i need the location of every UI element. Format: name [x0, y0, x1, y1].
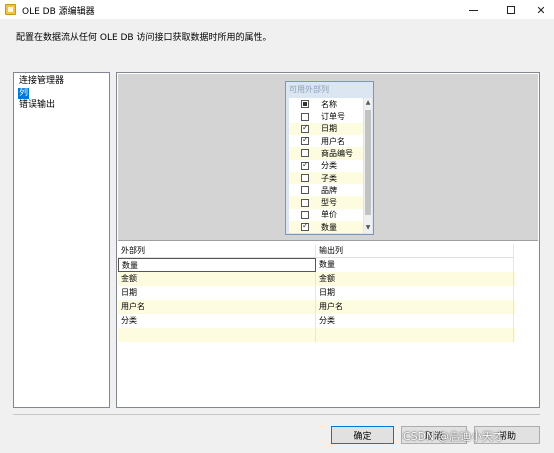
- close-button[interactable]: ✕: [526, 0, 554, 20]
- column-label: 子类: [321, 173, 337, 183]
- column-label: 商品编号: [321, 148, 353, 158]
- scroll-up-icon[interactable]: ▲: [364, 98, 372, 108]
- column-mapping-grid: 外部列 输出列 数量 数量 金额 金额 日期 日期 用户名 用户名 分类 分类: [118, 244, 515, 342]
- column-checkbox[interactable]: [301, 186, 309, 195]
- column-checkbox[interactable]: [301, 160, 309, 170]
- column-diagram-area: 可用外部列 名称订单号日期用户名商品编号分类子类品牌型号单价数量 ▲ ▼: [118, 74, 538, 241]
- column-list-item[interactable]: 子类: [289, 171, 363, 185]
- table-row: 数量 数量: [118, 258, 515, 272]
- output-column-cell[interactable]: [316, 328, 514, 342]
- column-list-item[interactable]: 型号: [289, 196, 363, 209]
- nav-item-connection-manager[interactable]: 连接管理器: [18, 76, 65, 87]
- grid-header-row: 外部列 输出列: [118, 244, 515, 258]
- nav-panel: 连接管理器 列 错误输出: [13, 72, 110, 408]
- output-column-header: 输出列: [316, 244, 514, 258]
- watermark: CSDN @启迪小天才: [403, 430, 504, 443]
- column-checkbox[interactable]: [301, 100, 309, 109]
- maximize-icon: [507, 6, 515, 14]
- column-label: 名称: [321, 99, 337, 109]
- output-column-cell[interactable]: 金额: [316, 272, 514, 286]
- external-column-cell[interactable]: 日期: [118, 286, 316, 300]
- table-row: 用户名 用户名: [118, 300, 515, 314]
- column-label: 订单号: [321, 112, 345, 122]
- column-list-item[interactable]: 品牌: [289, 184, 363, 197]
- column-list-item[interactable]: 日期: [289, 122, 363, 136]
- column-checkbox[interactable]: [301, 123, 309, 133]
- column-label: 数量: [321, 222, 337, 232]
- minimize-icon: [468, 9, 478, 11]
- column-list-item[interactable]: 用户名: [289, 135, 363, 148]
- table-row: 日期 日期: [118, 286, 515, 300]
- description-text: 配置在数据流从任何 OLE DB 访问接口获取数据时所用的属性。: [16, 33, 272, 43]
- available-columns-title: 可用外部列: [289, 85, 329, 94]
- maximize-button[interactable]: [496, 0, 526, 20]
- table-row: [118, 328, 515, 342]
- column-label: 日期: [321, 124, 337, 134]
- ok-button[interactable]: 确定: [331, 426, 394, 444]
- column-list-item[interactable]: 分类: [289, 160, 363, 173]
- column-checkbox[interactable]: [301, 174, 309, 183]
- external-column-cell[interactable]: 用户名: [118, 300, 316, 314]
- output-column-cell[interactable]: 数量: [316, 258, 514, 272]
- column-checkbox[interactable]: [301, 112, 309, 121]
- scroll-thumb[interactable]: [365, 110, 371, 215]
- output-column-cell[interactable]: 分类: [316, 314, 514, 328]
- column-list-item[interactable]: 商品编号: [289, 147, 363, 160]
- table-row: 分类 分类: [118, 314, 515, 328]
- available-columns-box: 可用外部列 名称订单号日期用户名商品编号分类子类品牌型号单价数量 ▲ ▼: [285, 81, 374, 235]
- nav-item-error-output[interactable]: 错误输出: [18, 100, 56, 111]
- nav-item-columns[interactable]: 列: [18, 88, 30, 99]
- table-row: 金额 金额: [118, 272, 515, 286]
- external-column-cell[interactable]: 金额: [118, 272, 316, 286]
- title-bar: OLE DB 源编辑器 ✕: [0, 0, 554, 20]
- output-column-cell[interactable]: 用户名: [316, 300, 514, 314]
- separator: [13, 414, 540, 415]
- window-title: OLE DB 源编辑器: [22, 7, 95, 17]
- column-list-item[interactable]: 单价: [289, 209, 363, 222]
- external-column-header: 外部列: [118, 244, 316, 258]
- minimize-button[interactable]: [458, 0, 488, 20]
- scroll-down-icon[interactable]: ▼: [364, 223, 372, 233]
- column-checkbox[interactable]: [301, 210, 309, 219]
- column-label: 用户名: [321, 136, 345, 146]
- column-label: 品牌: [321, 185, 337, 195]
- column-label: 单价: [321, 210, 337, 220]
- app-icon: [5, 4, 16, 15]
- column-checkbox[interactable]: [301, 135, 309, 146]
- available-columns-list: 名称订单号日期用户名商品编号分类子类品牌型号单价数量: [289, 98, 363, 233]
- column-checkbox[interactable]: [301, 149, 309, 158]
- output-column-cell[interactable]: 日期: [316, 286, 514, 300]
- column-label: 型号: [321, 198, 337, 208]
- column-list-item[interactable]: 名称: [289, 98, 363, 111]
- external-column-cell[interactable]: [118, 328, 316, 342]
- column-list-item[interactable]: 数量: [289, 221, 363, 233]
- column-label: 分类: [321, 161, 337, 171]
- column-checkbox[interactable]: [301, 198, 309, 207]
- external-column-cell[interactable]: 数量: [118, 258, 316, 272]
- external-column-cell[interactable]: 分类: [118, 314, 316, 328]
- column-list-item[interactable]: 订单号: [289, 110, 363, 123]
- column-list-scrollbar[interactable]: ▲ ▼: [364, 98, 372, 233]
- columns-panel: 可用外部列 名称订单号日期用户名商品编号分类子类品牌型号单价数量 ▲ ▼ 外部列…: [116, 72, 540, 408]
- column-checkbox[interactable]: [301, 221, 309, 232]
